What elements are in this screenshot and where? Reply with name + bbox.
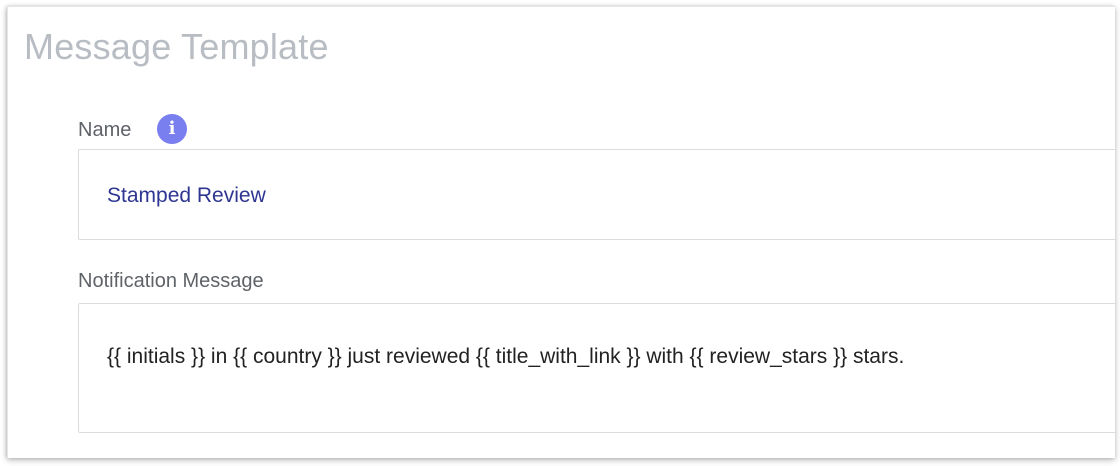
- message-template-panel: Message Template Name i Stamped Review N…: [7, 6, 1115, 458]
- name-input[interactable]: Stamped Review: [78, 149, 1115, 240]
- notification-message-textarea[interactable]: {{ initials }} in {{ country }} just rev…: [78, 303, 1115, 433]
- panel-title: Message Template: [24, 26, 329, 67]
- notification-message-value: {{ initials }} in {{ country }} just rev…: [107, 345, 905, 368]
- name-label: Name: [78, 119, 132, 141]
- notification-message-label: Notification Message: [78, 270, 264, 292]
- name-input-value: Stamped Review: [107, 184, 266, 207]
- info-icon[interactable]: i: [157, 114, 187, 144]
